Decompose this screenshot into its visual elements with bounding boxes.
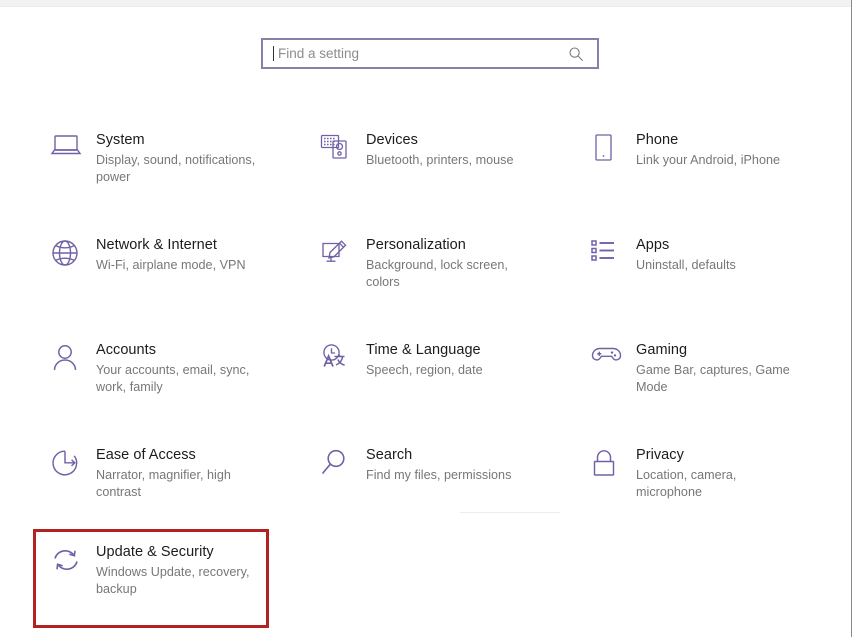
search-icon[interactable] [563,46,589,62]
tile-title: Apps [636,236,736,254]
search-box[interactable] [261,38,599,69]
window-right-padding [852,0,857,637]
tile-text: Time & Language Speech, region, date [366,341,483,379]
tile-subtitle: Windows Update, recovery, backup [96,564,266,598]
settings-tile-phone[interactable]: Phone Link your Android, iPhone [580,122,820,227]
tile-title: Devices [366,131,514,149]
tile-text: Personalization Background, lock screen,… [366,236,536,291]
settings-tile-update-security[interactable]: Update & Security Windows Update, recove… [40,543,270,598]
tile-title: System [96,131,266,149]
settings-grid: System Display, sound, notifications, po… [40,122,820,542]
settings-tile-privacy[interactable]: Privacy Location, camera, microphone [580,437,820,542]
padlock-icon [580,446,636,490]
tile-title: Time & Language [366,341,483,359]
tile-subtitle: Background, lock screen, colors [366,257,536,291]
tile-text: Devices Bluetooth, printers, mouse [366,131,514,169]
keyboard-device-icon [310,131,366,175]
tile-title: Accounts [96,341,266,359]
tile-subtitle: Wi-Fi, airplane mode, VPN [96,257,246,274]
settings-tile-system[interactable]: System Display, sound, notifications, po… [40,122,310,227]
settings-tile-personalization[interactable]: Personalization Background, lock screen,… [310,227,580,332]
settings-tile-search[interactable]: Search Find my files, permissions [310,437,580,542]
tile-text: Network & Internet Wi-Fi, airplane mode,… [96,236,246,274]
tile-subtitle: Speech, region, date [366,362,483,379]
tile-subtitle: Display, sound, notifications, power [96,152,266,186]
tile-text: Phone Link your Android, iPhone [636,131,780,169]
tile-title: Search [366,446,511,464]
tile-title: Gaming [636,341,798,359]
laptop-icon [40,131,96,175]
windows-settings-window: System Display, sound, notifications, po… [0,0,857,637]
magnifier-icon [310,446,366,490]
tile-subtitle: Your accounts, email, sync, work, family [96,362,266,396]
tile-text: Gaming Game Bar, captures, Game Mode [636,341,798,396]
game-controller-icon [580,341,636,385]
tile-subtitle: Link your Android, iPhone [636,152,780,169]
tile-title: Update & Security [96,543,266,561]
smartphone-icon [580,131,636,175]
tile-subtitle: Narrator, magnifier, high contrast [96,467,266,501]
tile-text: Accounts Your accounts, email, sync, wor… [96,341,266,396]
tile-text: Privacy Location, camera, microphone [636,446,798,501]
globe-icon [40,236,96,280]
tile-title: Network & Internet [96,236,246,254]
window-top-strip [0,0,851,7]
search-input[interactable] [274,40,563,67]
app-list-icon [580,236,636,280]
tile-subtitle: Bluetooth, printers, mouse [366,152,514,169]
settings-tile-network-internet[interactable]: Network & Internet Wi-Fi, airplane mode,… [40,227,310,332]
tile-title: Personalization [366,236,536,254]
tile-subtitle: Find my files, permissions [366,467,511,484]
person-icon [40,341,96,385]
tile-text: Search Find my files, permissions [366,446,511,484]
settings-tile-apps[interactable]: Apps Uninstall, defaults [580,227,820,332]
tile-text: Ease of Access Narrator, magnifier, high… [96,446,266,501]
settings-tile-devices[interactable]: Devices Bluetooth, printers, mouse [310,122,580,227]
sync-arrows-icon [40,543,96,587]
ease-of-access-icon [40,446,96,490]
settings-tile-gaming[interactable]: Gaming Game Bar, captures, Game Mode [580,332,820,437]
tile-subtitle: Game Bar, captures, Game Mode [636,362,798,396]
tile-title: Ease of Access [96,446,266,464]
tile-text: Apps Uninstall, defaults [636,236,736,274]
tile-subtitle: Location, camera, microphone [636,467,798,501]
clock-language-icon [310,341,366,385]
settings-tile-accounts[interactable]: Accounts Your accounts, email, sync, wor… [40,332,310,437]
tile-text: System Display, sound, notifications, po… [96,131,266,186]
tile-title: Privacy [636,446,798,464]
tile-title: Phone [636,131,780,149]
settings-tile-time-language[interactable]: Time & Language Speech, region, date [310,332,580,437]
settings-tile-ease-of-access[interactable]: Ease of Access Narrator, magnifier, high… [40,437,310,542]
monitor-paintbrush-icon [310,236,366,280]
tile-text: Update & Security Windows Update, recove… [96,543,266,598]
tile-subtitle: Uninstall, defaults [636,257,736,274]
